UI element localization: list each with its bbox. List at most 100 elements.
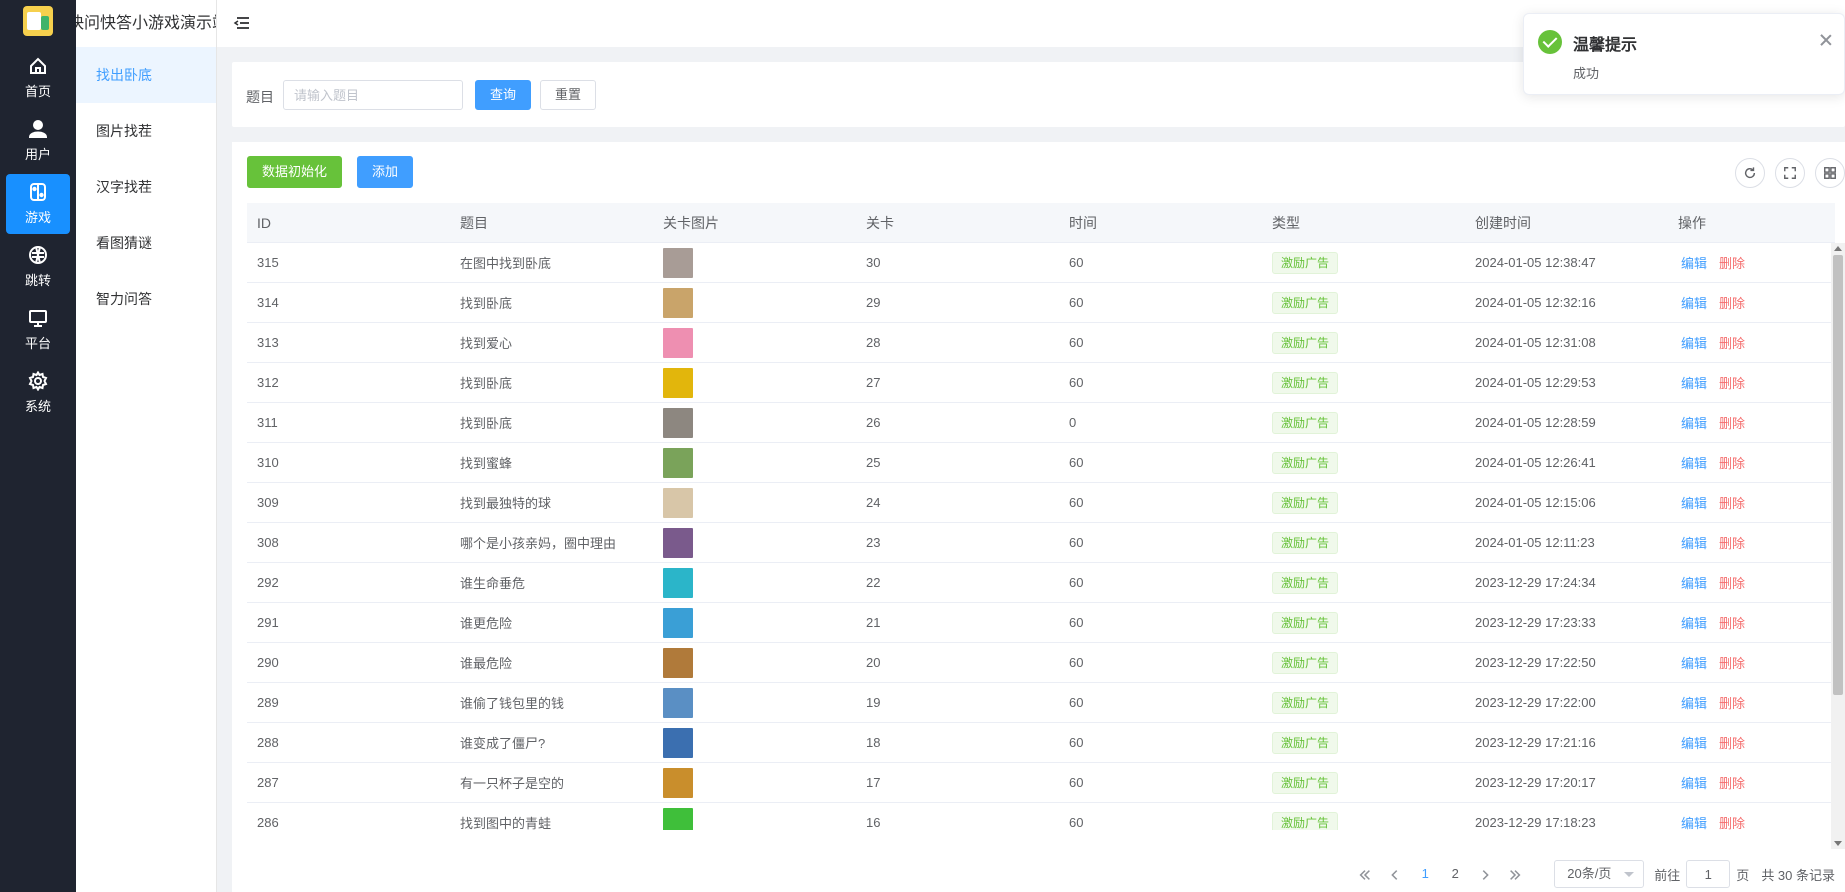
cell-image — [653, 327, 856, 358]
level-thumbnail[interactable] — [663, 367, 693, 398]
edit-link[interactable]: 编辑 — [1681, 616, 1707, 631]
level-thumbnail[interactable] — [663, 687, 693, 718]
delete-link[interactable]: 删除 — [1719, 616, 1745, 631]
edit-link[interactable]: 编辑 — [1681, 496, 1707, 511]
title-label: 题目 — [246, 89, 274, 105]
side-menu-item-3[interactable]: 看图猜谜 — [76, 215, 216, 271]
level-thumbnail[interactable] — [663, 447, 693, 478]
level-thumbnail[interactable] — [663, 647, 693, 678]
last-page-icon[interactable] — [1500, 860, 1530, 888]
refresh-icon[interactable] — [1735, 158, 1765, 188]
page-size-select[interactable]: 20条/页 — [1554, 860, 1645, 888]
monitor-icon — [29, 310, 47, 327]
column-header-4: 时间 — [1069, 214, 1097, 231]
rail-item-0[interactable]: 首页 — [6, 48, 70, 108]
column-settings-icon[interactable] — [1815, 158, 1845, 188]
delete-link[interactable]: 删除 — [1719, 336, 1745, 351]
delete-link[interactable]: 删除 — [1719, 256, 1745, 271]
edit-link[interactable]: 编辑 — [1681, 456, 1707, 471]
delete-link[interactable]: 删除 — [1719, 696, 1745, 711]
edit-link[interactable]: 编辑 — [1681, 376, 1707, 391]
cell-time: 60 — [1069, 335, 1084, 350]
level-thumbnail[interactable] — [663, 527, 693, 558]
edit-link[interactable]: 编辑 — [1681, 576, 1707, 591]
edit-link[interactable]: 编辑 — [1681, 256, 1707, 271]
delete-link[interactable]: 删除 — [1719, 496, 1745, 511]
collapse-menu-icon[interactable] — [233, 14, 251, 32]
table-scrollbar[interactable] — [1831, 243, 1845, 849]
cell-created: 2023-12-29 17:22:50 — [1475, 655, 1596, 670]
page-number[interactable]: 1 — [1410, 860, 1440, 888]
level-thumbnail[interactable] — [663, 767, 693, 798]
type-tag: 激励广告 — [1272, 811, 1339, 830]
page-number[interactable]: 2 — [1440, 860, 1470, 888]
close-icon[interactable] — [1820, 34, 1832, 46]
delete-link[interactable]: 删除 — [1719, 576, 1745, 591]
data-init-button[interactable]: 数据初始化 — [247, 156, 343, 188]
rail-item-1[interactable]: 用户 — [6, 111, 70, 171]
edit-link[interactable]: 编辑 — [1681, 296, 1707, 311]
delete-link[interactable]: 删除 — [1719, 736, 1745, 751]
edit-link[interactable]: 编辑 — [1681, 776, 1707, 791]
side-menu-item-4[interactable]: 智力问答 — [76, 271, 216, 327]
level-thumbnail[interactable] — [663, 607, 693, 638]
side-menu-item-2[interactable]: 汉字找茬 — [76, 159, 216, 215]
edit-link[interactable]: 编辑 — [1681, 336, 1707, 351]
prev-page-icon[interactable] — [1380, 860, 1410, 888]
rail-item-label: 游戏 — [24, 210, 51, 225]
type-tag: 激励广告 — [1272, 371, 1339, 394]
level-thumbnail[interactable] — [663, 487, 693, 518]
app-logo — [23, 6, 53, 36]
level-thumbnail[interactable] — [663, 567, 693, 598]
cell-type: 激励广告 — [1262, 651, 1465, 674]
edit-link[interactable]: 编辑 — [1681, 536, 1707, 551]
rail-item-4[interactable]: 平台 — [6, 300, 70, 360]
rail-item-3[interactable]: 跳转 — [6, 237, 70, 297]
delete-link[interactable]: 删除 — [1719, 376, 1745, 391]
type-tag: 激励广告 — [1272, 571, 1339, 594]
table-row: 309 找到最独特的球 24 60 激励广告 2024-01-05 12:15:06 编辑删… — [247, 483, 1835, 523]
scrollbar-thumb[interactable] — [1833, 255, 1843, 695]
first-page-icon[interactable] — [1350, 860, 1380, 888]
reset-button[interactable]: 重置 — [540, 80, 597, 110]
title-search-input[interactable] — [283, 80, 463, 110]
column-header-3: 关卡 — [866, 214, 894, 231]
side-menu-item-1[interactable]: 图片找茬 — [76, 103, 216, 159]
type-tag: 激励广告 — [1272, 651, 1339, 674]
query-button[interactable]: 查询 — [475, 80, 532, 110]
level-thumbnail[interactable] — [663, 247, 693, 278]
fullscreen-icon[interactable] — [1775, 158, 1805, 188]
edit-link[interactable]: 编辑 — [1681, 696, 1707, 711]
delete-link[interactable]: 删除 — [1719, 776, 1745, 791]
level-thumbnail[interactable] — [663, 807, 693, 830]
notification-title: 温馨提示 — [1573, 37, 1638, 54]
type-tag: 激励广告 — [1272, 451, 1339, 474]
delete-link[interactable]: 删除 — [1719, 416, 1745, 431]
level-thumbnail[interactable] — [663, 407, 693, 438]
rail-item-5[interactable]: 系统 — [6, 363, 70, 423]
edit-link[interactable]: 编辑 — [1681, 416, 1707, 431]
delete-link[interactable]: 删除 — [1719, 536, 1745, 551]
delete-link[interactable]: 删除 — [1719, 296, 1745, 311]
level-thumbnail[interactable] — [663, 287, 693, 318]
level-thumbnail[interactable] — [663, 327, 693, 358]
cell-image — [653, 447, 856, 478]
rail-item-2[interactable]: 游戏 — [6, 174, 70, 234]
goto-page-input[interactable] — [1686, 860, 1731, 888]
level-thumbnail[interactable] — [663, 727, 693, 758]
cell-type: 激励广告 — [1262, 491, 1465, 514]
edit-link[interactable]: 编辑 — [1681, 656, 1707, 671]
edit-link[interactable]: 编辑 — [1681, 736, 1707, 751]
edit-link[interactable]: 编辑 — [1681, 816, 1707, 830]
add-button[interactable]: 添加 — [357, 156, 414, 188]
delete-link[interactable]: 删除 — [1719, 656, 1745, 671]
cell-image — [653, 287, 856, 318]
cell-created: 2023-12-29 17:23:33 — [1475, 615, 1596, 630]
cell-level: 20 — [866, 655, 881, 670]
goto-suffix: 页 — [1736, 867, 1750, 883]
cell-title: 谁变成了僵尸? — [460, 736, 546, 751]
side-menu-item-0[interactable]: 找出卧底 — [76, 47, 216, 103]
next-page-icon[interactable] — [1470, 860, 1500, 888]
delete-link[interactable]: 删除 — [1719, 456, 1745, 471]
delete-link[interactable]: 删除 — [1719, 816, 1745, 830]
